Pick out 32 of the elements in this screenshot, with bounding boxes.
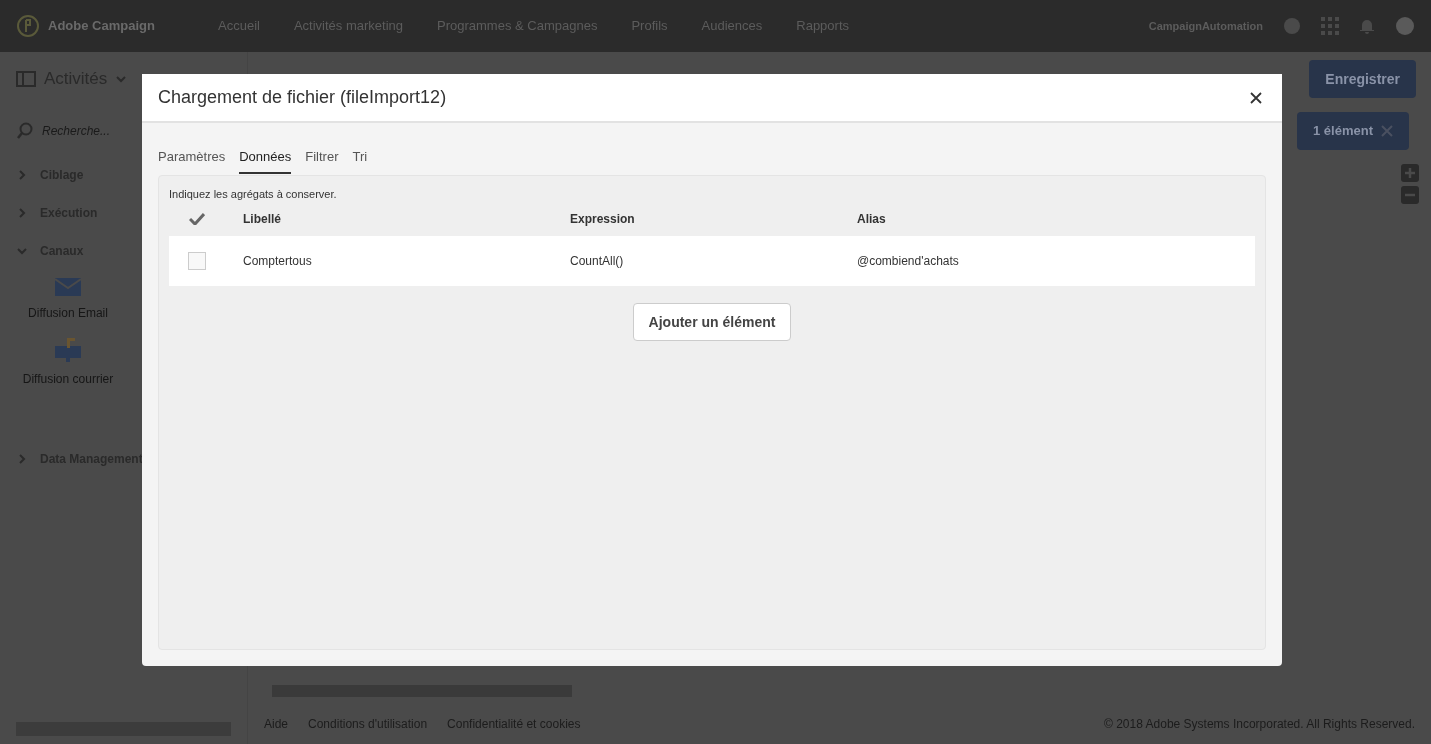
tab[interactable]: Paramètres [158, 147, 226, 174]
column-header: Alias [857, 211, 887, 228]
save-button[interactable]: Enregistrer [1309, 60, 1416, 98]
zoom-out-icon[interactable] [1401, 186, 1419, 204]
tab[interactable]: Données [239, 147, 292, 174]
dialog-title: Chargement de fichier (fileImport12) [158, 86, 447, 109]
brand-name: Adobe Campaign [48, 17, 156, 36]
tab[interactable]: Filtrer [305, 147, 339, 174]
search-icon [16, 122, 34, 140]
column-header: Expression [570, 211, 636, 228]
zoom-in-icon[interactable] [1401, 164, 1419, 182]
bell-icon[interactable] [1359, 17, 1375, 35]
envelope-icon[interactable] [55, 278, 81, 296]
table-cell-text: @combiend'achats [857, 253, 960, 270]
apps-grid-icon[interactable] [1321, 17, 1339, 35]
avatar-icon[interactable] [1395, 16, 1415, 36]
column-header: Libellé [243, 211, 282, 228]
selection-chip[interactable]: 1 élément [1297, 112, 1409, 150]
table-cell-text: CountAll() [570, 253, 625, 270]
logo-icon [16, 14, 40, 38]
panel-icon[interactable] [16, 71, 36, 87]
instruction-text: Indiquez les agrégats à conserver. [169, 186, 338, 202]
row-checkbox[interactable] [188, 252, 206, 270]
add-element-button[interactable]: Ajouter un élément [632, 303, 792, 341]
close-icon [1250, 91, 1262, 104]
chevron-down-icon [115, 73, 128, 85]
close-icon [1381, 125, 1393, 137]
table-row[interactable]: Comptertous CountAll() @combiend'achats [169, 236, 1255, 286]
mailbox-icon[interactable] [55, 338, 81, 362]
table-cell-text: Comptertous [243, 253, 313, 270]
tab[interactable]: Tri [352, 147, 368, 174]
checkmark-icon[interactable] [189, 213, 205, 225]
